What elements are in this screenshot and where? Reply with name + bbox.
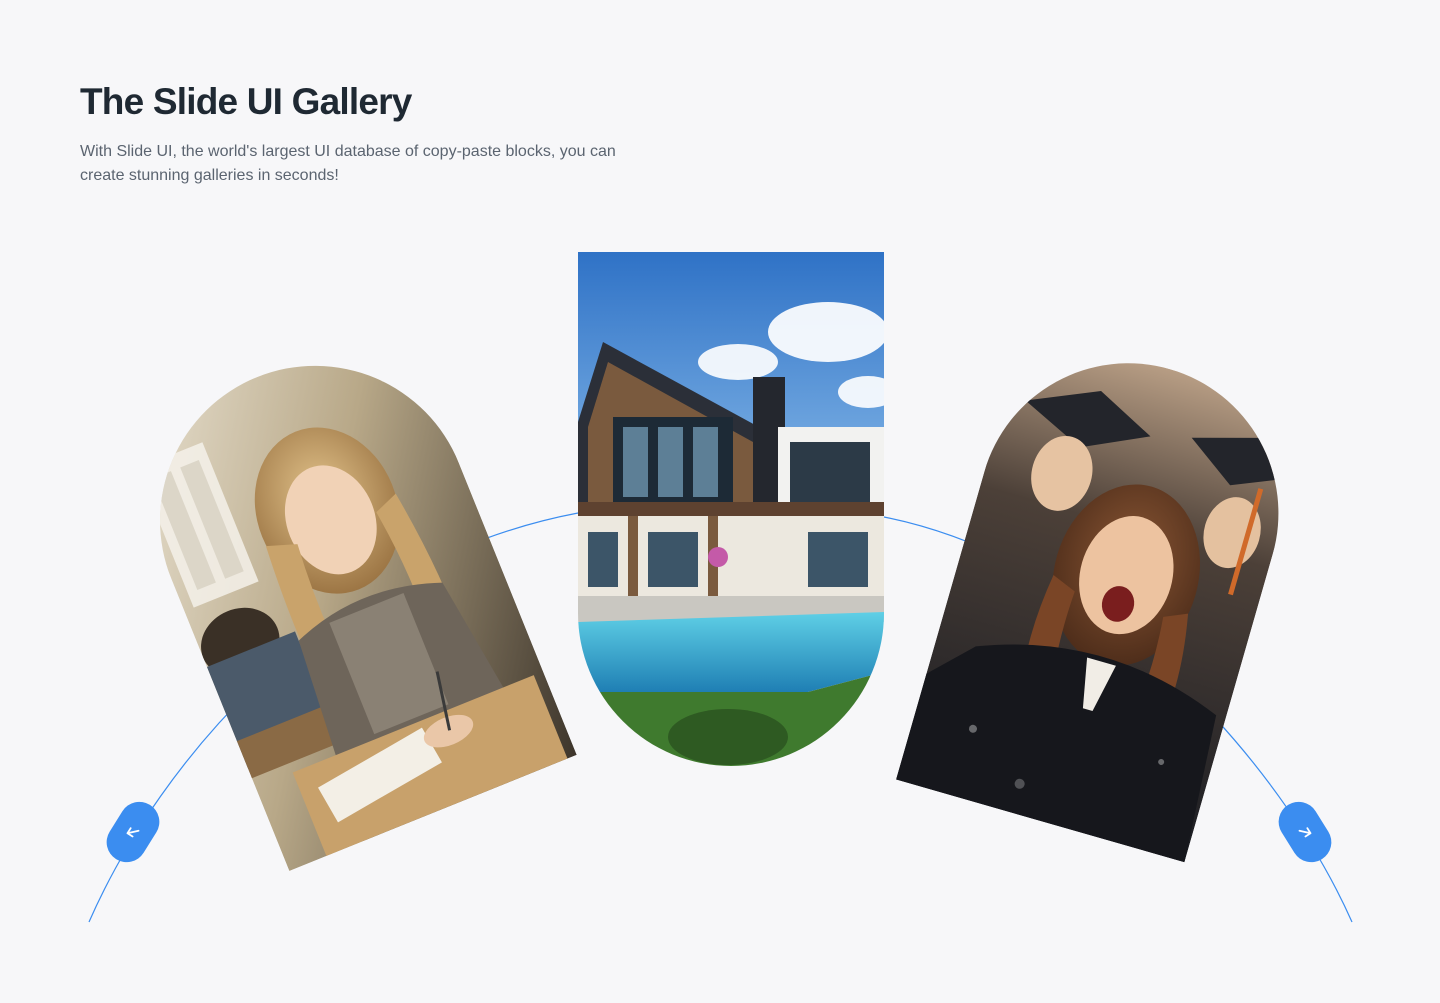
- gallery-slide-house[interactable]: [578, 252, 884, 766]
- arrow-down-right-icon: [1298, 827, 1312, 838]
- gallery-page: The Slide UI Gallery With Slide UI, the …: [0, 0, 1440, 1003]
- arrow-down-left-icon: [126, 827, 140, 838]
- house-photo: [578, 252, 884, 766]
